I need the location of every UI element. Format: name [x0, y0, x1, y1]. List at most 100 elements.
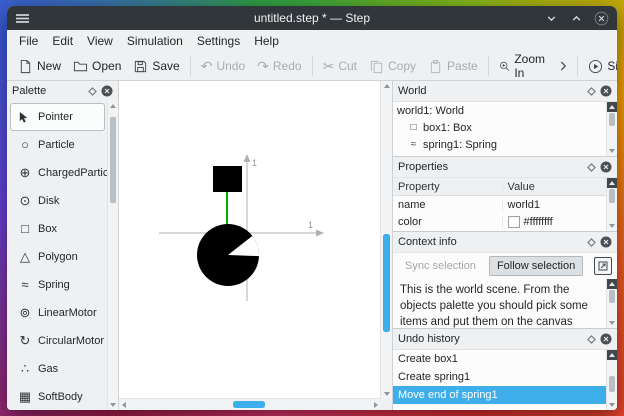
- scroll-down-button[interactable]: [607, 146, 617, 156]
- scroll-up-button[interactable]: [607, 350, 617, 360]
- zoom-in-button[interactable]: Zoom In: [493, 49, 555, 83]
- tree-item-box1[interactable]: □ box1: Box: [393, 119, 617, 136]
- scroll-handle[interactable]: [609, 376, 615, 392]
- right-dock-column: World world1: World □ box1: Box ≈ spring…: [392, 81, 617, 410]
- menu-help[interactable]: Help: [247, 32, 286, 50]
- scroll-handle[interactable]: [383, 234, 390, 333]
- new-button[interactable]: New: [12, 56, 67, 77]
- scroll-track[interactable]: [108, 111, 118, 400]
- disk-icon: ⊙: [19, 193, 31, 208]
- save-icon: [135, 60, 147, 72]
- float-icon[interactable]: [587, 334, 596, 344]
- menu-file[interactable]: File: [12, 32, 45, 50]
- palette-item-disk[interactable]: ⊙ Disk: [10, 187, 105, 215]
- close-icon[interactable]: [101, 85, 113, 97]
- scroll-track[interactable]: [129, 399, 371, 410]
- minimize-button[interactable]: [543, 10, 559, 26]
- context-browser-button[interactable]: [594, 257, 612, 275]
- tree-item-spring1[interactable]: ≈ spring1: Spring: [393, 136, 617, 153]
- cut-button[interactable]: ✂ Cut: [317, 56, 363, 76]
- column-header-value[interactable]: Value: [503, 181, 617, 193]
- palette-item-polygon[interactable]: △ Polygon: [10, 243, 105, 271]
- float-icon[interactable]: [587, 86, 596, 96]
- list-item[interactable]: Create spring1: [393, 368, 617, 386]
- menu-simulation[interactable]: Simulation: [120, 32, 190, 50]
- scroll-handle[interactable]: [609, 189, 615, 203]
- scroll-down-button[interactable]: [607, 400, 617, 410]
- list-item[interactable]: Create box1: [393, 350, 617, 368]
- undo-scrollbar[interactable]: [606, 350, 617, 410]
- palette-item-pointer[interactable]: Pointer: [10, 103, 105, 131]
- palette-item-gas[interactable]: ∴ Gas: [10, 355, 105, 383]
- follow-selection-button[interactable]: Follow selection: [488, 256, 584, 276]
- canvas-vertical-scrollbar[interactable]: [380, 81, 392, 399]
- spring-icon: ≈: [21, 277, 29, 292]
- palette-item-linear-motor[interactable]: ⊚ LinearMotor: [10, 299, 105, 327]
- table-row[interactable]: color #ffffffff: [393, 213, 617, 230]
- palette-item-label: Spring: [38, 279, 70, 291]
- color-value-text: #ffffffff: [523, 215, 553, 228]
- close-icon[interactable]: [600, 333, 612, 345]
- scroll-handle[interactable]: [609, 290, 615, 304]
- palette-item-particle[interactable]: ○ Particle: [10, 131, 105, 159]
- scroll-up-button[interactable]: [607, 178, 617, 188]
- box1-shape[interactable]: [213, 166, 242, 192]
- world-scrollbar[interactable]: [606, 102, 617, 156]
- float-icon[interactable]: [587, 162, 596, 172]
- column-header-property[interactable]: Property: [393, 180, 503, 193]
- scroll-track[interactable]: [381, 91, 392, 389]
- menu-edit[interactable]: Edit: [45, 32, 80, 50]
- scroll-down-button[interactable]: [381, 389, 392, 399]
- save-button[interactable]: Save: [127, 56, 185, 77]
- tree-item-world1[interactable]: world1: World: [393, 102, 617, 119]
- scroll-up-button[interactable]: [607, 279, 617, 289]
- simulate-button[interactable]: Simulate: [582, 56, 617, 77]
- scroll-handle[interactable]: [233, 401, 265, 408]
- scroll-up-button[interactable]: [108, 101, 118, 111]
- close-icon[interactable]: [600, 85, 612, 97]
- scroll-handle[interactable]: [110, 116, 116, 204]
- float-icon[interactable]: [587, 237, 596, 247]
- palette-item-box[interactable]: □ Box: [10, 215, 105, 243]
- close-icon[interactable]: [600, 236, 612, 248]
- palette-item-charged-particle[interactable]: ⊕ ChargedParticle: [10, 159, 117, 187]
- palette-scrollbar[interactable]: [107, 101, 118, 410]
- scroll-track[interactable]: [607, 112, 617, 146]
- scroll-up-button[interactable]: [607, 102, 617, 112]
- close-icon[interactable]: [600, 161, 612, 173]
- scroll-track[interactable]: [607, 188, 617, 221]
- maximize-button[interactable]: [568, 10, 584, 26]
- scroll-down-button[interactable]: [607, 221, 617, 231]
- context-scrollbar[interactable]: [606, 279, 617, 328]
- undo-button[interactable]: ↶ Undo: [195, 56, 251, 76]
- close-button[interactable]: [593, 10, 609, 26]
- scroll-track[interactable]: [607, 360, 617, 400]
- scroll-left-button[interactable]: [119, 399, 129, 410]
- toolbar-extension-button[interactable]: [554, 57, 573, 75]
- menu-view[interactable]: View: [80, 32, 120, 50]
- property-name-cell: color: [393, 215, 503, 228]
- table-row[interactable]: name world1: [393, 196, 617, 213]
- scroll-track[interactable]: [607, 289, 617, 318]
- copy-button[interactable]: Copy: [363, 56, 422, 77]
- scroll-right-button[interactable]: [371, 399, 381, 410]
- palette-item-circular-motor[interactable]: ↻ CircularMotor: [10, 327, 105, 355]
- palette-item-spring[interactable]: ≈ Spring: [10, 271, 105, 299]
- paste-button[interactable]: Paste: [422, 56, 484, 77]
- app-menu-icon[interactable]: [16, 12, 29, 25]
- float-icon[interactable]: [88, 86, 97, 96]
- properties-scrollbar[interactable]: [606, 178, 617, 231]
- redo-button[interactable]: ↷ Redo: [251, 56, 307, 76]
- palette-item-soft-body[interactable]: ▦ SoftBody: [10, 383, 105, 410]
- palette-panel: Palette Pointer ○ Particle ⊕ ChargedPart…: [7, 81, 119, 410]
- canvas-horizontal-scrollbar[interactable]: [119, 398, 381, 410]
- scroll-handle[interactable]: [609, 113, 615, 127]
- sync-selection-button[interactable]: Sync selection: [398, 257, 483, 275]
- scroll-up-button[interactable]: [381, 81, 392, 91]
- scroll-down-button[interactable]: [607, 318, 617, 328]
- simulation-canvas[interactable]: 1 1: [119, 81, 392, 410]
- scroll-down-button[interactable]: [108, 400, 118, 410]
- open-button[interactable]: Open: [67, 56, 127, 77]
- menu-settings[interactable]: Settings: [190, 32, 247, 50]
- list-item-selected[interactable]: Move end of spring1: [393, 386, 617, 404]
